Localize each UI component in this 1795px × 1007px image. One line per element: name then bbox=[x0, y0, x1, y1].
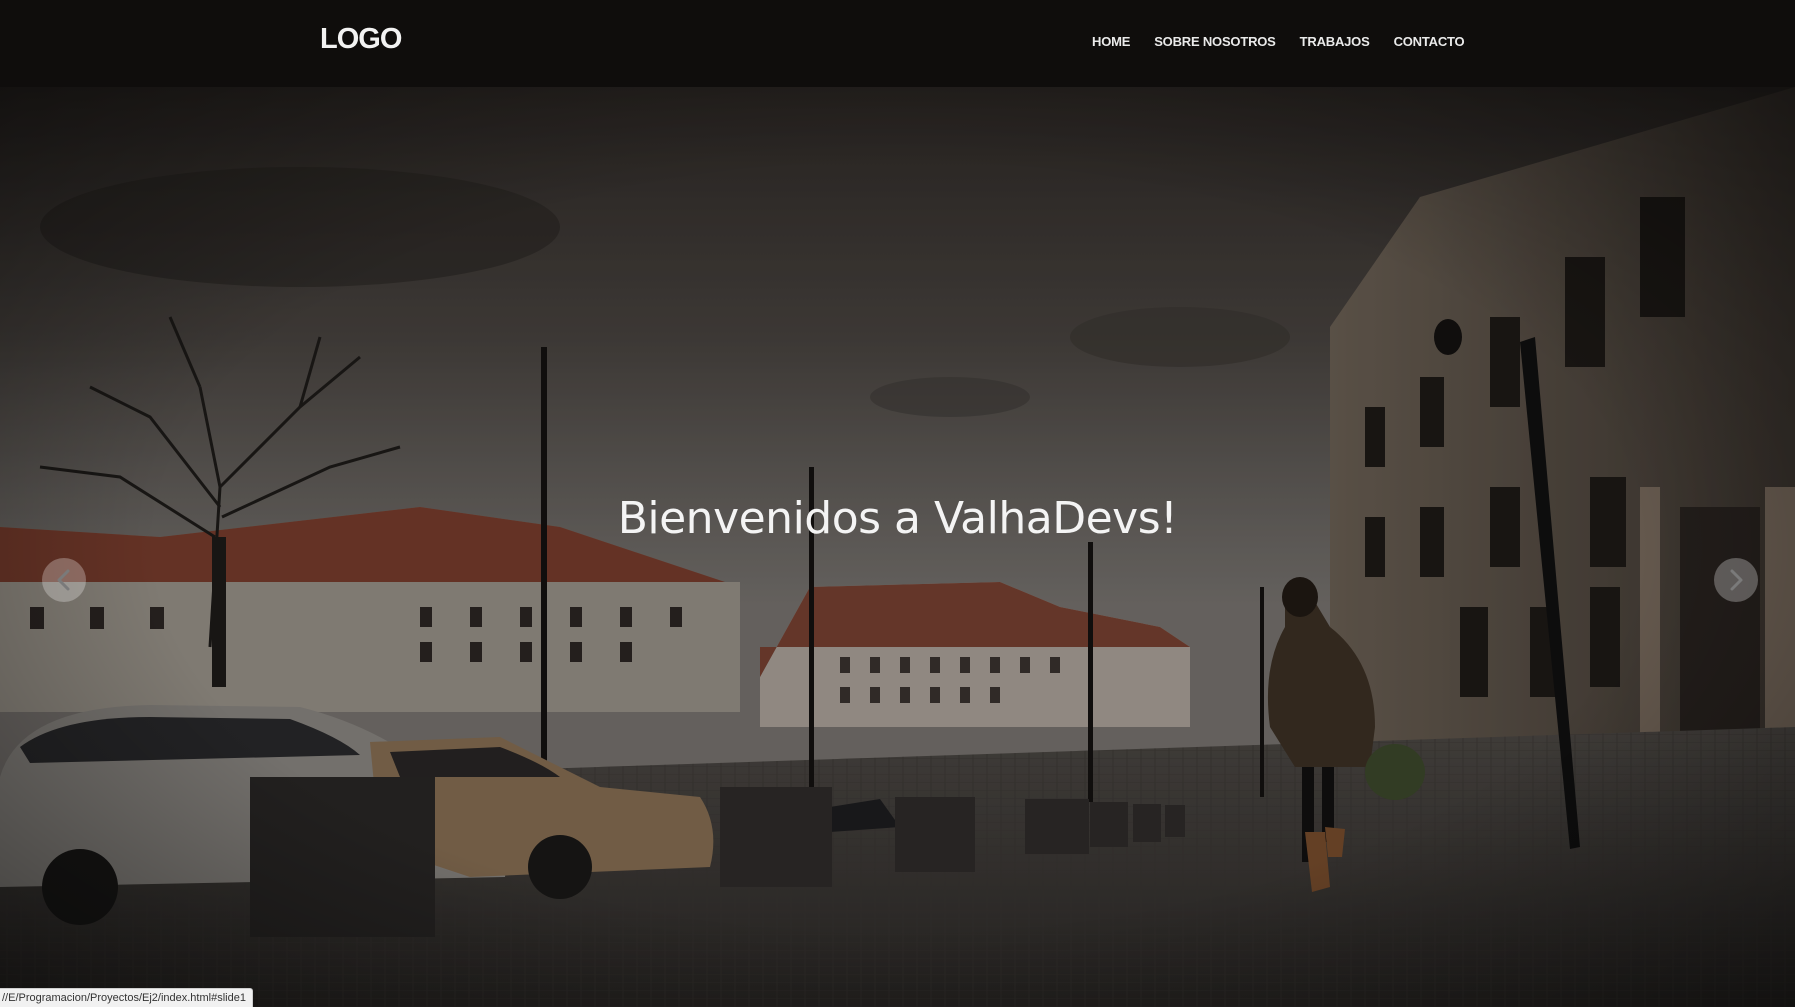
navbar: LOGO HOME SOBRE NOSOTROS TRABAJOS CONTAC… bbox=[0, 0, 1795, 87]
nav-link-home[interactable]: HOME bbox=[1080, 34, 1142, 50]
nav-link-sobre-nosotros[interactable]: SOBRE NOSOTROS bbox=[1142, 34, 1287, 50]
slider-next-button[interactable] bbox=[1714, 558, 1758, 602]
nav-link-trabajos[interactable]: TRABAJOS bbox=[1288, 34, 1382, 50]
status-bar-url: //E/Programacion/Proyectos/Ej2/index.htm… bbox=[0, 988, 253, 1007]
chevron-right-icon bbox=[1730, 569, 1743, 591]
chevron-left-icon bbox=[57, 569, 70, 591]
hero-slider: Bienvenidos a ValhaDevs! bbox=[0, 87, 1795, 1007]
page: LOGO HOME SOBRE NOSOTROS TRABAJOS CONTAC… bbox=[0, 0, 1795, 1007]
nav-link-contacto[interactable]: CONTACTO bbox=[1382, 34, 1477, 50]
slider-prev-button[interactable] bbox=[42, 558, 86, 602]
hero-title: Bienvenidos a ValhaDevs! bbox=[617, 493, 1178, 545]
nav-menu: HOME SOBRE NOSOTROS TRABAJOS CONTACTO bbox=[1080, 34, 1476, 50]
logo[interactable]: LOGO bbox=[320, 22, 402, 56]
